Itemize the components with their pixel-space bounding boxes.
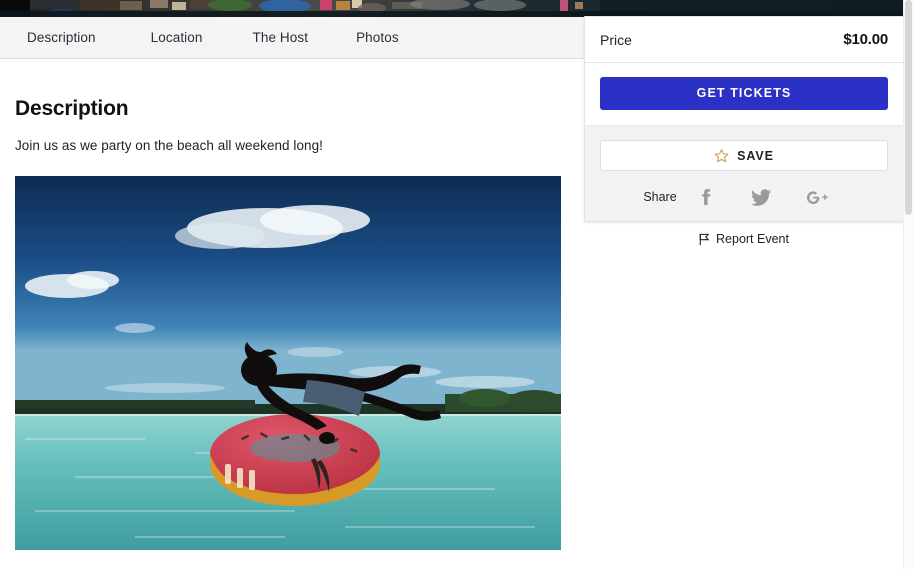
save-button-label: SAVE — [737, 148, 774, 163]
flag-icon — [699, 233, 710, 246]
event-photo — [15, 176, 561, 550]
event-detail-page: Description Location The Host Photos Des… — [0, 0, 914, 569]
save-button[interactable]: SAVE — [600, 140, 888, 171]
tab-photos[interactable]: Photos — [344, 30, 411, 45]
twitter-icon[interactable] — [733, 187, 789, 207]
save-share-section: SAVE Share — [585, 126, 903, 221]
cta-container: GET TICKETS — [585, 63, 903, 126]
google-plus-icon[interactable] — [789, 187, 845, 207]
tab-location[interactable]: Location — [139, 30, 215, 45]
facebook-icon[interactable] — [677, 187, 733, 207]
price-label: Price — [600, 31, 632, 48]
page-scrollbar[interactable] — [903, 0, 914, 569]
star-icon — [714, 148, 729, 163]
price-row: Price $10.00 — [585, 17, 903, 63]
scrollbar-thumb[interactable] — [905, 0, 912, 215]
tab-the-host[interactable]: The Host — [240, 30, 320, 45]
ticket-panel: Price $10.00 GET TICKETS SAVE Share — [584, 16, 904, 222]
share-label: Share — [643, 190, 677, 204]
tab-description[interactable]: Description — [15, 30, 108, 45]
hero-banner-image — [0, 0, 903, 17]
price-value: $10.00 — [843, 31, 888, 48]
report-event-link[interactable]: Report Event — [584, 232, 904, 246]
report-event-label: Report Event — [716, 232, 789, 246]
share-row: Share — [600, 187, 888, 207]
get-tickets-button[interactable]: GET TICKETS — [600, 77, 888, 110]
